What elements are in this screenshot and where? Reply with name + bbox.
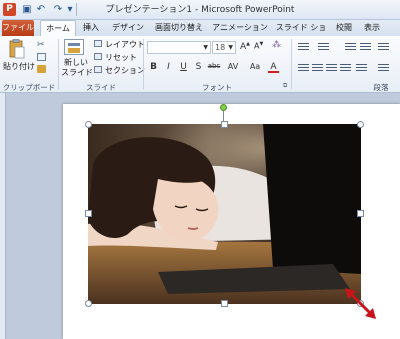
paste-button-label[interactable]: 貼り付け: [3, 61, 35, 72]
align-center-icon[interactable]: [312, 64, 323, 73]
slide-photo[interactable]: [88, 124, 361, 304]
cut-icon[interactable]: ✂: [37, 40, 45, 50]
grow-font-icon[interactable]: A▲: [240, 41, 250, 52]
tab-slideshow[interactable]: スライド ショー: [273, 20, 329, 48]
decrease-indent-icon[interactable]: [345, 43, 356, 52]
resize-handle-bottom[interactable]: [221, 300, 228, 307]
title-bar: P ▣ ↶ ↷ ▾ プレゼンテーション1 - Microsoft PowerPo…: [0, 0, 400, 20]
rotation-line: [223, 111, 224, 121]
section-button[interactable]: セクション: [105, 65, 145, 76]
justify-icon[interactable]: [340, 64, 351, 73]
resize-handle-top-left[interactable]: [85, 121, 92, 128]
bold-button[interactable]: B: [148, 62, 159, 72]
shadow-button[interactable]: S: [193, 62, 204, 72]
font-name-combo[interactable]: ▼: [147, 41, 211, 54]
vertical-ruler: [0, 93, 6, 339]
copy-icon[interactable]: [37, 53, 46, 61]
bullets-icon[interactable]: [298, 43, 309, 52]
rotate-handle[interactable]: [220, 104, 227, 111]
resize-handle-bottom-left[interactable]: [85, 300, 92, 307]
ribbon-tabs: ファイル ホーム 挿入 デザイン 画面切り替え アニメーション スライド ショー…: [0, 20, 400, 48]
change-case-button[interactable]: Aa: [248, 62, 262, 71]
diagonal-resize-arrow-icon: [343, 286, 379, 322]
resize-handle-left[interactable]: [85, 210, 92, 217]
character-spacing-button[interactable]: AV: [226, 62, 240, 71]
font-size-combo[interactable]: 18 ▼: [212, 41, 236, 54]
shrink-font-icon[interactable]: A▼: [254, 41, 263, 51]
group-separator: [291, 39, 292, 89]
resize-handle-top[interactable]: [221, 121, 228, 128]
slides-group-label: スライド: [86, 83, 116, 92]
window-title: プレゼンテーション1 - Microsoft PowerPoint: [105, 5, 295, 15]
resize-handle-top-right[interactable]: [357, 121, 364, 128]
tab-transitions[interactable]: 画面切り替え: [152, 20, 206, 36]
strikethrough-button[interactable]: abc: [206, 62, 222, 70]
increase-indent-icon[interactable]: [360, 43, 371, 52]
resize-handle-right[interactable]: [357, 210, 364, 217]
photo-woman-resting-on-desk: [88, 124, 361, 304]
new-slide-label-2[interactable]: スライド: [61, 67, 93, 78]
font-color-label: A: [270, 62, 277, 72]
ribbon: 貼り付け ✂ クリップボード 新しい スライド レイアウト リセット セクション…: [0, 36, 400, 93]
section-icon: [94, 66, 102, 73]
tab-file[interactable]: ファイル: [2, 20, 34, 36]
font-color-button[interactable]: A: [268, 62, 279, 73]
font-size-value: 18: [215, 43, 226, 52]
paragraph-group-label: 段落: [373, 83, 389, 92]
tab-home[interactable]: ホーム: [40, 20, 76, 36]
align-left-icon[interactable]: [298, 64, 309, 73]
clear-format-icon[interactable]: ⁂: [272, 40, 281, 50]
tab-animations[interactable]: アニメーション: [211, 20, 269, 36]
tab-design[interactable]: デザイン: [108, 20, 148, 36]
chevron-down-icon[interactable]: ▼: [203, 44, 208, 51]
new-slide-icon[interactable]: [64, 39, 84, 55]
dialog-launcher-icon[interactable]: ⧉: [283, 82, 287, 90]
layout-button[interactable]: レイアウト: [105, 39, 145, 50]
tab-review[interactable]: 校閲: [333, 20, 355, 36]
layout-icon: [94, 40, 102, 47]
underline-button[interactable]: U: [178, 62, 189, 72]
columns-icon[interactable]: [356, 64, 367, 73]
align-right-icon[interactable]: [326, 64, 337, 73]
tab-view[interactable]: 表示: [361, 20, 383, 36]
line-spacing-icon[interactable]: [378, 43, 389, 52]
numbering-icon[interactable]: [318, 43, 329, 52]
paste-icon[interactable]: [9, 39, 25, 59]
reset-button[interactable]: リセット: [105, 52, 137, 63]
reset-icon: [94, 53, 102, 60]
tab-insert[interactable]: 挿入: [79, 20, 103, 36]
italic-button[interactable]: I: [163, 62, 174, 72]
text-direction-icon[interactable]: [378, 64, 389, 73]
format-painter-icon[interactable]: [37, 65, 46, 73]
chevron-down-icon[interactable]: ▼: [228, 44, 233, 51]
font-group-label: フォント: [202, 83, 232, 92]
clipboard-group-label: クリップボード: [2, 83, 56, 92]
